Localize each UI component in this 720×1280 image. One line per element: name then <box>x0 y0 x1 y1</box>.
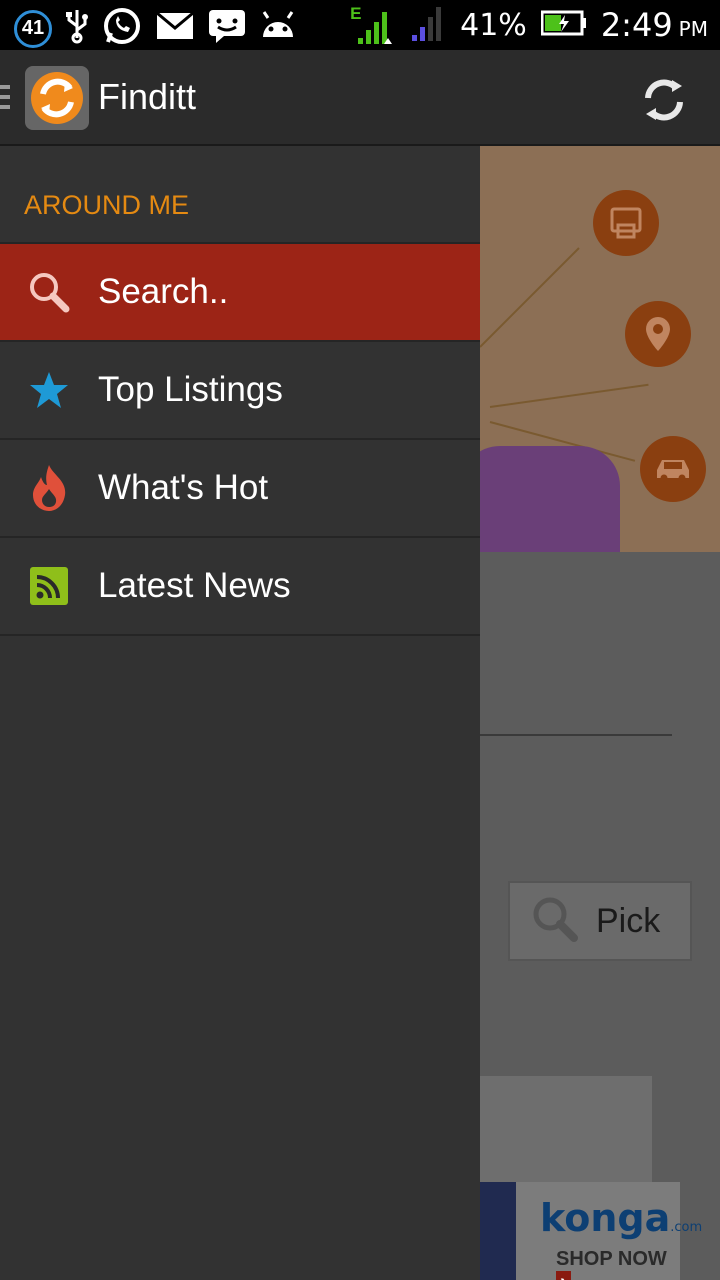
status-notifications: 41 <box>14 6 296 51</box>
whatsapp-icon <box>102 6 142 51</box>
atm-icon <box>593 190 659 256</box>
section-header-around-me: AROUND ME <box>24 190 190 220</box>
flame-icon <box>0 439 98 537</box>
ad-banner[interactable]: konga.com SHOP NOW › <box>480 1182 702 1280</box>
app-bar: Finditt <box>0 50 720 146</box>
ad-cta-label: SHOP NOW <box>556 1248 667 1270</box>
banner-person-image <box>480 446 620 552</box>
pick-button-label: Pick <box>596 901 661 940</box>
mail-icon <box>156 11 194 46</box>
ad-brand-name: konga <box>540 1196 671 1240</box>
menu-divider <box>0 634 480 636</box>
chat-icon <box>208 8 246 49</box>
android-icon <box>260 11 296 46</box>
usb-icon <box>66 8 88 49</box>
star-icon <box>0 341 98 439</box>
clock: 2:49 PM <box>601 6 708 44</box>
drawer-item-label: Latest News <box>98 566 291 605</box>
banner-line <box>489 383 649 408</box>
ad-brand: konga.com <box>540 1196 702 1240</box>
car-icon <box>640 436 706 502</box>
battery-charging-icon <box>540 10 587 41</box>
drawer-item-latest-news[interactable]: Latest News <box>0 536 480 634</box>
pick-search-icon <box>530 894 580 949</box>
ad-brand-suffix: .com <box>670 1220 703 1235</box>
drawer-item-label: Search.. <box>98 272 229 311</box>
drawer-item-top-listings[interactable]: Top Listings <box>0 340 480 438</box>
search-icon <box>0 243 98 341</box>
ad-photo <box>480 1182 516 1280</box>
battery-percent: 41% <box>460 7 527 43</box>
pick-button[interactable]: Pick <box>508 881 692 961</box>
ad-cta: SHOP NOW › <box>556 1248 680 1280</box>
promo-banner <box>480 146 720 552</box>
drawer-handle-icon[interactable] <box>0 85 10 115</box>
app-logo-icon[interactable] <box>25 66 89 130</box>
signal-secondary-icon <box>410 3 446 48</box>
chevron-right-icon: › <box>556 1271 571 1280</box>
status-bar: 41 E 41% 2:49 PM <box>0 0 720 50</box>
location-field-underline <box>480 734 672 736</box>
drawer-item-search[interactable]: Search.. <box>0 242 480 340</box>
app-title: Finditt <box>98 76 197 117</box>
status-system: E 41% 2:49 PM <box>350 0 708 50</box>
background-panel <box>480 1076 652 1182</box>
signal-icon: E <box>350 4 396 46</box>
refresh-icon[interactable] <box>632 68 696 132</box>
banner-line <box>480 247 580 348</box>
drawer-item-label: Top Listings <box>98 370 283 409</box>
clock-time: 2:49 <box>600 6 673 44</box>
drawer-item-label: What's Hot <box>98 468 269 507</box>
background-content: Pick konga.com SHOP NOW › <box>480 146 720 1280</box>
location-pin-icon <box>625 301 691 367</box>
clock-ampm: PM <box>678 17 708 41</box>
notification-count-badge: 41 <box>14 9 52 48</box>
navigation-drawer: AROUND ME Search.. Top Listings What's H… <box>0 146 480 1280</box>
drawer-item-whats-hot[interactable]: What's Hot <box>0 438 480 536</box>
rss-icon <box>0 537 98 635</box>
